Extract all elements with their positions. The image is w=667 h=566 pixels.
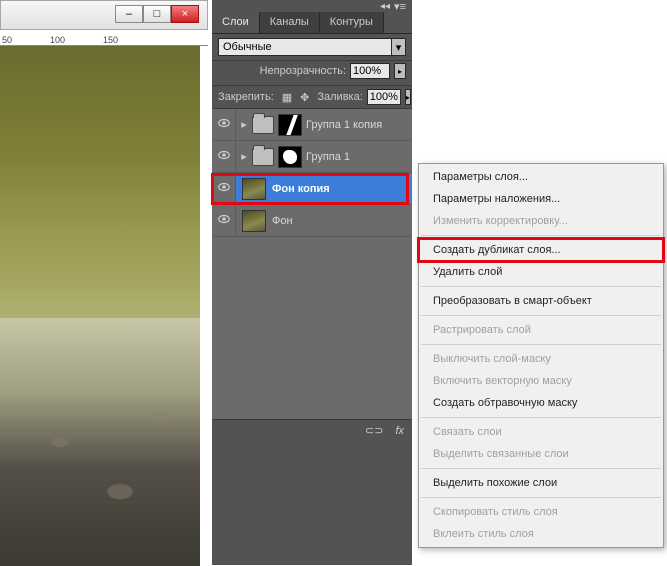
lock-transparency-icon[interactable]: ▦	[282, 89, 292, 105]
visibility-toggle[interactable]	[212, 205, 236, 236]
layer-name: Группа 1	[306, 151, 350, 163]
blend-mode-select[interactable]: Обычные ▾	[218, 38, 406, 56]
menu-item: Изменить корректировку...	[419, 210, 663, 232]
mask-thumbnail[interactable]	[278, 146, 302, 168]
menu-item: Включить векторную маску	[419, 370, 663, 392]
fill-slider-toggle[interactable]: ▸	[405, 89, 411, 105]
tab-label: Слои	[222, 16, 249, 28]
folder-icon	[252, 116, 274, 134]
menu-separator	[421, 286, 661, 287]
maximize-button[interactable]: □	[143, 5, 171, 23]
opacity-slider-toggle[interactable]: ▸	[394, 63, 406, 79]
eye-icon	[217, 212, 231, 229]
panel-menu-icon[interactable]: ▾≡	[394, 0, 406, 13]
layer-row-fon[interactable]: Фон	[212, 205, 412, 237]
tab-paths[interactable]: Контуры	[320, 12, 384, 33]
visibility-toggle[interactable]	[212, 141, 236, 172]
menu-item: Скопировать стиль слоя	[419, 501, 663, 523]
opacity-row: Непрозрачность: 100% ▸	[212, 61, 412, 86]
link-icon[interactable]: ⊂⊃	[365, 424, 383, 437]
minimize-button[interactable]: –	[115, 5, 143, 23]
tab-label: Контуры	[330, 16, 373, 28]
opacity-label: Непрозрачность:	[260, 65, 346, 77]
lock-move-icon[interactable]: ✥	[300, 89, 309, 105]
opacity-input[interactable]: 100%	[350, 63, 390, 79]
folder-icon	[252, 148, 274, 166]
layer-panel-footer: ⊂⊃ fx	[212, 419, 412, 441]
expand-icon[interactable]: ▸	[236, 150, 252, 163]
visibility-toggle[interactable]	[212, 109, 236, 140]
layer-context-menu: Параметры слоя...Параметры наложения...И…	[418, 163, 664, 548]
menu-item[interactable]: Параметры слоя...	[419, 166, 663, 188]
panel-header-strip: ◂◂ ▾≡	[212, 0, 412, 12]
menu-item: Выключить слой-маску	[419, 348, 663, 370]
menu-item: Растрировать слой	[419, 319, 663, 341]
menu-item[interactable]: Преобразовать в смарт-объект	[419, 290, 663, 312]
menu-item: Выделить связанные слои	[419, 443, 663, 465]
fx-icon[interactable]: fx	[395, 425, 404, 437]
document-window: – □ × 50 100 150	[0, 0, 208, 565]
canvas[interactable]	[0, 46, 200, 566]
menu-separator	[421, 315, 661, 316]
eye-icon	[217, 148, 231, 165]
opacity-value: 100%	[353, 65, 381, 77]
menu-item[interactable]: Выделить похожие слои	[419, 472, 663, 494]
maximize-icon: □	[154, 8, 161, 20]
menu-item[interactable]: Создать обтравочную маску	[419, 392, 663, 414]
layers-panel: ◂◂ ▾≡ Слои Каналы Контуры Обычные ▾ Непр…	[212, 0, 412, 565]
fill-value: 100%	[370, 91, 398, 103]
layer-name: Фон	[272, 215, 293, 227]
close-button[interactable]: ×	[171, 5, 199, 23]
canvas-image-rocks	[0, 318, 200, 566]
menu-item[interactable]: Создать дубликат слоя...	[419, 239, 663, 261]
ruler-mark: 100	[50, 35, 65, 45]
ruler-mark: 150	[103, 35, 118, 45]
layer-thumbnail[interactable]	[242, 178, 266, 200]
menu-item: Вклеить стиль слоя	[419, 523, 663, 545]
expand-icon[interactable]: ▸	[236, 118, 252, 131]
menu-separator	[421, 468, 661, 469]
eye-icon	[217, 116, 231, 133]
tab-label: Каналы	[270, 16, 309, 28]
layer-list: ▸ Группа 1 копия ▸ Группа 1 Фон копия Фо…	[212, 109, 412, 419]
tab-layers[interactable]: Слои	[212, 12, 260, 33]
menu-separator	[421, 235, 661, 236]
layer-thumbnail[interactable]	[242, 210, 266, 232]
ruler-mark: 50	[2, 35, 12, 45]
layer-row-fon-copy[interactable]: Фон копия	[212, 173, 412, 205]
layer-name: Фон копия	[272, 183, 330, 195]
menu-item[interactable]: Параметры наложения...	[419, 188, 663, 210]
menu-item[interactable]: Удалить слой	[419, 261, 663, 283]
tab-channels[interactable]: Каналы	[260, 12, 320, 33]
mask-thumbnail[interactable]	[278, 114, 302, 136]
lock-row: Закрепить: ▦ ✥ Заливка: 100% ▸	[212, 86, 412, 109]
horizontal-ruler: 50 100 150	[0, 30, 208, 46]
layer-row-group1-copy[interactable]: ▸ Группа 1 копия	[212, 109, 412, 141]
lock-label: Закрепить:	[218, 91, 274, 103]
blend-mode-row: Обычные ▾	[212, 34, 412, 61]
window-controls: – □ ×	[115, 5, 199, 23]
chevron-down-icon[interactable]: ▾	[392, 38, 406, 56]
layer-row-group1[interactable]: ▸ Группа 1	[212, 141, 412, 173]
minimize-icon: –	[126, 8, 132, 20]
menu-separator	[421, 344, 661, 345]
menu-separator	[421, 497, 661, 498]
eye-icon	[217, 180, 231, 197]
close-icon: ×	[182, 8, 188, 20]
canvas-image-sky	[0, 46, 200, 318]
fill-input[interactable]: 100%	[367, 89, 401, 105]
menu-separator	[421, 417, 661, 418]
blend-mode-value: Обычные	[218, 38, 392, 56]
fill-label: Заливка:	[317, 91, 362, 103]
visibility-toggle[interactable]	[212, 173, 236, 204]
window-titlebar: – □ ×	[0, 0, 208, 30]
menu-item: Связать слои	[419, 421, 663, 443]
collapse-icon[interactable]: ◂◂	[380, 1, 390, 12]
layer-name: Группа 1 копия	[306, 119, 382, 131]
panel-tabs: Слои Каналы Контуры	[212, 12, 412, 34]
